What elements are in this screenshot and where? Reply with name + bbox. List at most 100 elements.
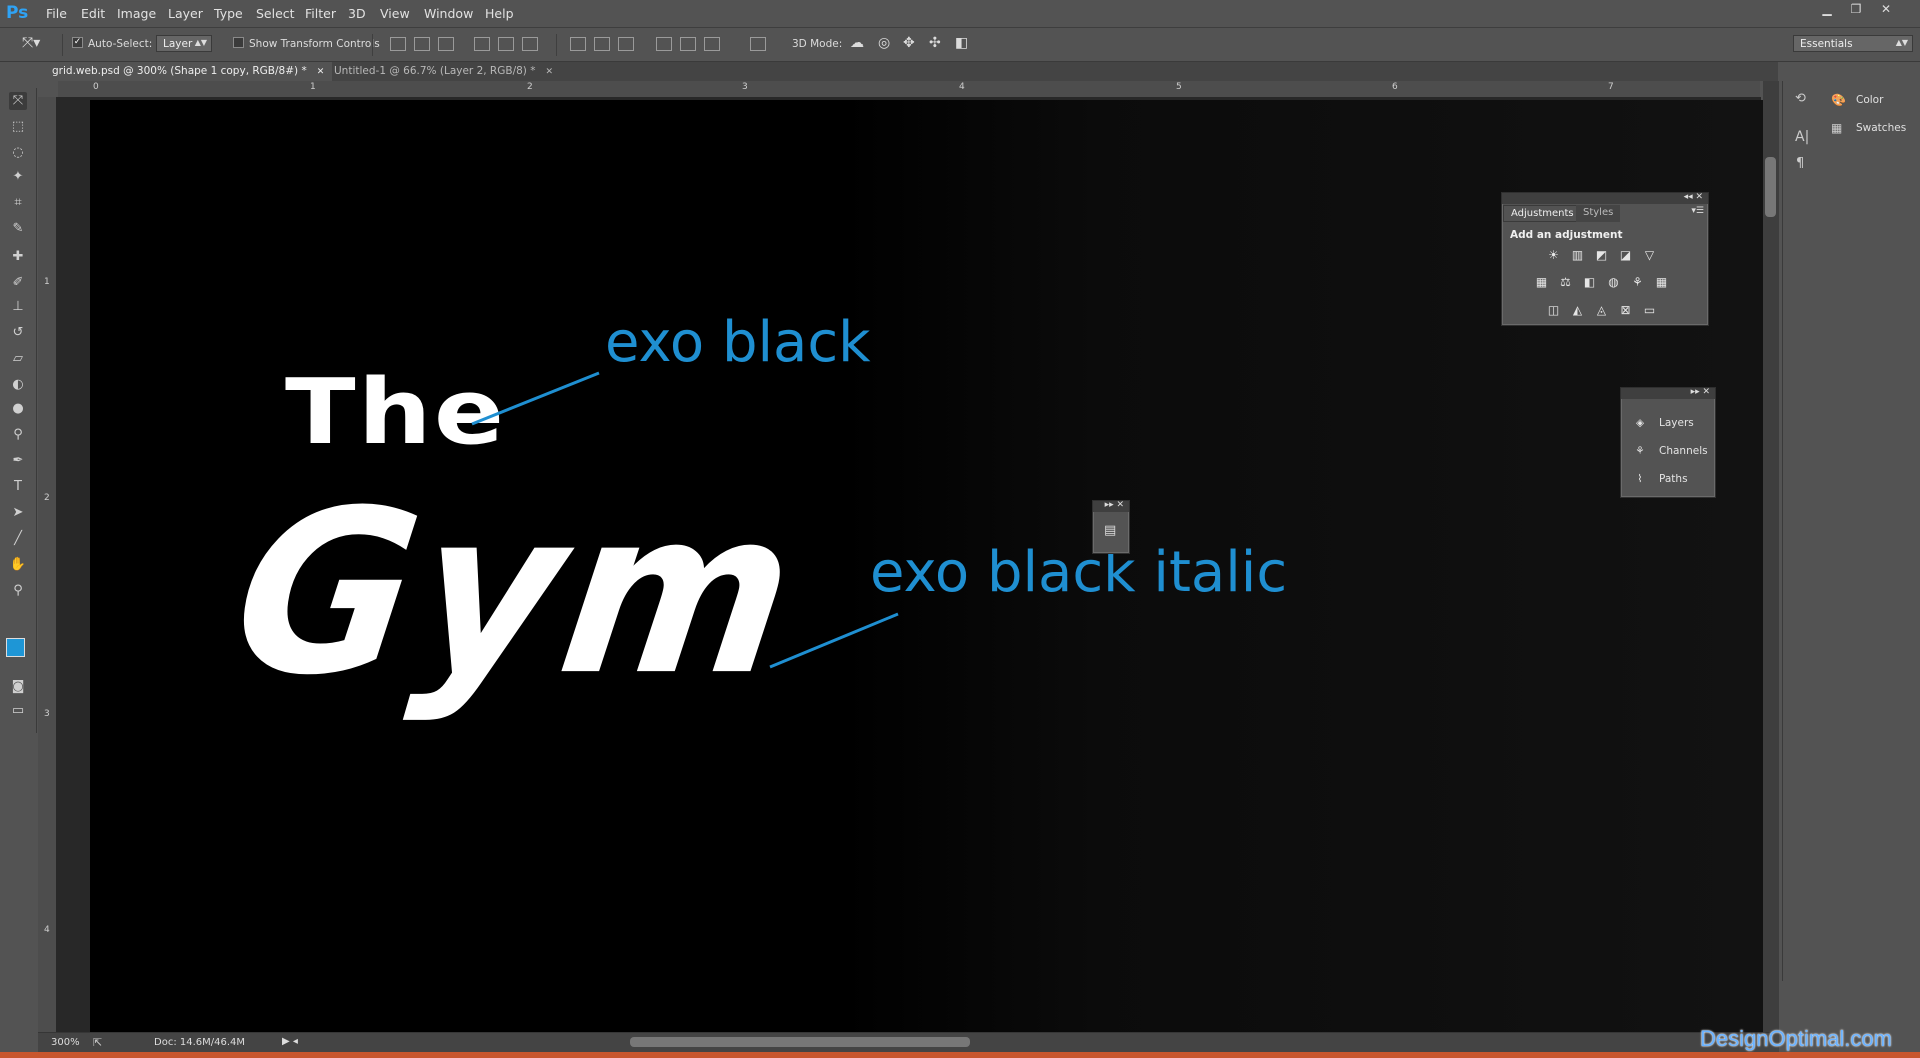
menu-type[interactable]: Type [214,6,243,21]
paragraph-icon[interactable]: ¶ [1796,156,1804,171]
mini-properties-panel[interactable]: ▸▸ ✕ ▤ [1092,500,1130,554]
pen-tool-icon[interactable]: ✒ [9,452,27,470]
blur-tool-icon[interactable]: ● [9,400,27,418]
brush-tool-icon[interactable]: ✐ [9,274,27,292]
tab-untitled-1[interactable]: Untitled-1 @ 66.7% (Layer 2, RGB/8) * ✕ [326,62,561,81]
menu-window[interactable]: Window [424,6,473,21]
curves-icon[interactable]: ◩ [1594,248,1609,262]
gradient-map-icon[interactable]: ▭ [1642,303,1657,317]
invert-icon[interactable]: ◫ [1546,303,1561,317]
distribute-top-icon[interactable] [570,37,586,51]
quick-mask-icon[interactable]: ◙ [9,678,27,696]
menu-edit[interactable]: Edit [81,6,105,21]
eyedropper-icon[interactable]: ✎ [9,220,27,238]
line-tool-icon[interactable]: ╱ [9,530,27,548]
threshold-icon[interactable]: ◬ [1594,303,1609,317]
align-hcenter-icon[interactable] [498,37,514,51]
align-vcenter-icon[interactable] [414,37,430,51]
dock-item-color[interactable]: 🎨 Color [1831,93,1883,107]
tab-styles[interactable]: Styles [1576,205,1621,222]
vertical-scroll-thumb[interactable] [1765,157,1776,217]
exposure-icon[interactable]: ◪ [1618,248,1633,262]
align-top-icon[interactable] [390,37,406,51]
crop-tool-icon[interactable]: ⌗ [9,194,27,212]
type-tool-icon[interactable]: T [9,478,27,496]
tab-adjustments[interactable]: Adjustments [1503,205,1582,222]
panel-item-paths[interactable]: ⌇ Paths [1631,473,1687,485]
history-brush-icon[interactable]: ↺ [9,324,27,342]
brightness-icon[interactable]: ☀ [1546,248,1561,262]
panel-item-channels[interactable]: ⚘ Channels [1631,445,1707,457]
3d-roll-icon[interactable]: ◎ [878,35,890,51]
menu-3d[interactable]: 3D [348,6,366,21]
selective-color-icon[interactable]: ⊠ [1618,303,1633,317]
expand-close-icon[interactable]: ▸▸ ✕ [1691,387,1710,397]
zoom-tool-icon[interactable]: ⚲ [9,582,27,600]
close-icon[interactable]: ✕ [317,67,325,77]
auto-select-dropdown[interactable]: Layer ▲▼ [156,35,212,52]
magic-wand-icon[interactable]: ✦ [9,168,27,186]
3d-pan-icon[interactable]: ✥ [903,35,915,51]
close-icon[interactable]: ✕ [545,67,553,77]
zoom-level[interactable]: 300% [51,1037,80,1048]
align-left-icon[interactable] [474,37,490,51]
history-icon[interactable]: ⟲ [1795,91,1806,106]
3d-slide-icon[interactable]: ✣ [929,35,941,51]
healing-brush-icon[interactable]: ✚ [9,248,27,266]
menu-file[interactable]: File [46,6,67,21]
distribute-bottom-icon[interactable] [618,37,634,51]
close-icon[interactable]: ✕ [1876,2,1896,18]
screen-mode-icon[interactable]: ▭ [9,702,27,720]
move-tool-preset-icon[interactable]: ⤧▾ [22,35,40,51]
distribute-hcenter-icon[interactable] [680,37,696,51]
horizontal-scroll-thumb[interactable] [630,1037,970,1047]
dock-item-swatches[interactable]: ▦ Swatches [1831,121,1906,135]
posterize-icon[interactable]: ◭ [1570,303,1585,317]
workspace-dropdown[interactable]: Essentials ▲▼ [1793,35,1913,52]
hand-tool-icon[interactable]: ✋ [9,556,27,574]
status-menu-icon[interactable]: ▶ ◂ [282,1036,298,1047]
color-lookup-icon[interactable]: ▦ [1654,275,1669,289]
black-white-icon[interactable]: ◧ [1582,275,1597,289]
move-tool-icon[interactable]: ⤧ [9,92,27,110]
show-transform-checkbox[interactable] [233,37,244,48]
properties-icon[interactable]: ▤ [1104,523,1116,538]
eraser-icon[interactable]: ▱ [9,350,27,368]
menu-view[interactable]: View [380,6,410,21]
menu-help[interactable]: Help [485,6,514,21]
minimize-icon[interactable]: ▁ [1817,2,1837,18]
tab-grid-web[interactable]: grid.web.psd @ 300% (Shape 1 copy, RGB/8… [44,62,333,81]
restore-icon[interactable]: ❐ [1846,2,1866,18]
distribute-vcenter-icon[interactable] [594,37,610,51]
panel-menu-icon[interactable]: ▾☰ [1691,206,1704,216]
channel-mixer-icon[interactable]: ⚘ [1630,275,1645,289]
collapse-close-icon[interactable]: ◂◂ ✕ [1684,192,1703,202]
export-icon[interactable]: ⇱ [93,1036,102,1049]
panel-item-layers[interactable]: ◈ Layers [1631,417,1694,429]
menu-select[interactable]: Select [256,6,295,21]
menu-filter[interactable]: Filter [305,6,336,21]
levels-icon[interactable]: ▥ [1570,248,1585,262]
clone-stamp-icon[interactable]: ⊥ [9,298,27,316]
marquee-tool-icon[interactable]: ⬚ [9,118,27,136]
menu-layer[interactable]: Layer [168,6,203,21]
vibrance-icon[interactable]: ▽ [1642,248,1657,262]
auto-align-icon[interactable] [750,37,766,51]
character-icon[interactable]: A| [1795,129,1809,145]
path-selection-icon[interactable]: ➤ [9,504,27,522]
3d-orbit-icon[interactable]: ☁ [850,35,864,51]
dodge-tool-icon[interactable]: ⚲ [9,426,27,444]
photo-filter-icon[interactable]: ◍ [1606,275,1621,289]
align-bottom-icon[interactable] [438,37,454,51]
3d-scale-icon[interactable]: ◧ [955,35,968,51]
auto-select-checkbox[interactable]: ✓ [72,37,83,48]
vertical-scrollbar[interactable] [1763,81,1779,1032]
color-balance-icon[interactable]: ⚖ [1558,275,1573,289]
paint-bucket-icon[interactable]: ◐ [9,376,27,394]
distribute-right-icon[interactable] [704,37,720,51]
distribute-left-icon[interactable] [656,37,672,51]
collapse-icon[interactable]: ▸▸ ✕ [1105,500,1124,510]
foreground-color-swatch[interactable] [6,638,25,657]
lasso-tool-icon[interactable]: ◌ [9,144,27,162]
align-right-icon[interactable] [522,37,538,51]
